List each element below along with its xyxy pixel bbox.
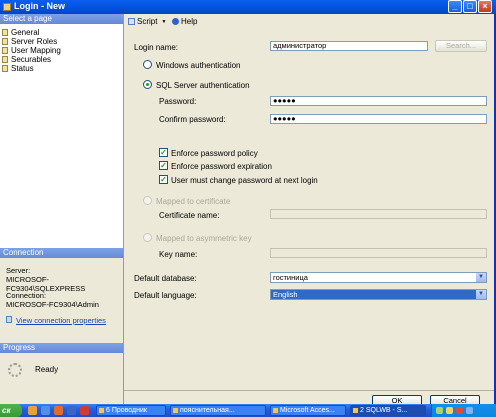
page-icon <box>2 65 8 72</box>
mapped-certificate-label: Mapped to certificate <box>156 197 231 206</box>
enforce-expiration-checkbox[interactable]: ✓ <box>159 161 168 170</box>
document-icon <box>173 408 178 413</box>
windows-auth-radio[interactable] <box>143 60 152 69</box>
confirm-password-label: Confirm password: <box>159 115 226 124</box>
page-list: General Server Roles User Mapping Secura… <box>2 28 121 73</box>
close-button[interactable]: × <box>478 0 492 13</box>
help-icon <box>172 18 179 25</box>
default-language-select[interactable]: English ▼ <box>270 289 487 300</box>
page-icon <box>2 47 8 54</box>
script-button[interactable]: Script ▼ <box>128 17 166 26</box>
sql-auth-label: SQL Server authentication <box>156 81 250 90</box>
tray-icon-1[interactable] <box>436 407 443 414</box>
password-label: Password: <box>159 97 197 106</box>
quicklaunch-icon-1[interactable] <box>28 406 37 415</box>
taskbar-item-sqlwb[interactable]: 2 SQLWB - S... <box>350 405 426 416</box>
page-item-securables[interactable]: Securables <box>2 55 121 64</box>
key-name-label: Key name: <box>159 250 198 259</box>
page-icon <box>2 29 8 36</box>
tray-icon-2[interactable] <box>446 407 453 414</box>
progress-spinner-icon <box>8 363 22 377</box>
taskbar-item-word[interactable]: пояснительная... <box>170 405 266 416</box>
search-button[interactable]: Search... <box>435 40 487 52</box>
default-language-label: Default language: <box>134 291 197 300</box>
page-item-general[interactable]: General <box>2 28 121 37</box>
quicklaunch-icon-2[interactable] <box>41 406 50 415</box>
view-connection-properties-link[interactable]: View connection properties <box>16 316 106 325</box>
default-database-label: Default database: <box>134 274 197 283</box>
sqlwb-icon <box>353 408 358 413</box>
progress-panel: Progress Ready <box>0 343 123 404</box>
mapped-certificate-radio[interactable] <box>143 196 152 205</box>
page-item-user-mapping[interactable]: User Mapping <box>2 46 121 55</box>
enforce-expiration-label: Enforce password expiration <box>171 162 272 171</box>
footer-divider <box>124 390 494 391</box>
login-name-label: Login name: <box>134 43 179 52</box>
connection-panel: Connection Server: MICROSOF-FC9304\SQLEX… <box>0 248 123 343</box>
taskbar-item-access[interactable]: Microsoft Acces... <box>270 405 346 416</box>
toolbar: Script ▼ Help <box>124 14 494 29</box>
must-change-checkbox[interactable]: ✓ <box>159 175 168 184</box>
connection-label: Connection: <box>6 291 47 300</box>
windows-auth-label: Windows authentication <box>156 61 241 70</box>
maximize-button[interactable]: □ <box>463 0 477 13</box>
certificate-name-label: Certificate name: <box>159 211 220 220</box>
tray-icon-4[interactable] <box>466 407 473 414</box>
properties-icon <box>6 316 12 323</box>
left-panel: Select a page General Server Roles User … <box>0 14 124 404</box>
progress-header: Progress <box>0 343 123 353</box>
progress-status: Ready <box>35 365 59 374</box>
server-label: Server: <box>6 266 31 275</box>
system-tray <box>431 404 496 417</box>
enforce-policy-checkbox[interactable]: ✓ <box>159 148 168 157</box>
key-name-select[interactable] <box>270 248 487 258</box>
connection-header: Connection <box>0 248 123 258</box>
login-dialog: Login - New _ □ × Select a page General … <box>0 0 496 407</box>
login-name-input[interactable]: администратор <box>270 41 428 51</box>
taskbar: ск 6 Проводник пояснительная... Microsof… <box>0 404 496 417</box>
tray-icon-3[interactable] <box>456 407 463 414</box>
minimize-button[interactable]: _ <box>448 0 462 13</box>
sql-auth-radio[interactable] <box>143 80 152 89</box>
password-input[interactable]: ●●●●● <box>270 96 487 106</box>
page-item-server-roles[interactable]: Server Roles <box>2 37 121 46</box>
dropdown-arrow-icon[interactable]: ▼ <box>476 290 486 299</box>
access-icon <box>273 408 278 413</box>
page-icon <box>2 56 8 63</box>
default-database-select[interactable]: гостиница ▼ <box>270 272 487 283</box>
quicklaunch-icon-3[interactable] <box>54 406 63 415</box>
enforce-policy-label: Enforce password policy <box>171 149 258 158</box>
start-button[interactable]: ск <box>0 404 22 417</box>
confirm-password-input[interactable]: ●●●●● <box>270 114 487 124</box>
folder-icon <box>99 408 104 413</box>
dropdown-arrow-icon[interactable]: ▼ <box>476 273 486 282</box>
page-icon <box>2 38 8 45</box>
taskbar-item-explorer[interactable]: 6 Проводник <box>96 405 166 416</box>
window-title: Login - New <box>14 1 65 11</box>
mapped-asymmetric-key-label: Mapped to asymmetric key <box>156 234 252 243</box>
chevron-down-icon: ▼ <box>161 18 167 25</box>
connection-value: MICROSOF-FC9304\Admin <box>6 300 99 309</box>
must-change-label: User must change password at next login <box>171 176 318 185</box>
page-item-status[interactable]: Status <box>2 64 121 73</box>
quicklaunch-icon-4[interactable] <box>67 406 76 415</box>
certificate-name-select[interactable] <box>270 209 487 219</box>
title-bar[interactable]: Login - New _ □ × <box>0 0 496 14</box>
help-button[interactable]: Help <box>172 17 197 26</box>
mapped-asymmetric-key-radio[interactable] <box>143 233 152 242</box>
quicklaunch-icon-5[interactable] <box>80 406 89 415</box>
script-icon <box>128 18 135 25</box>
select-page-header: Select a page <box>0 14 123 24</box>
app-icon <box>3 3 11 11</box>
main-panel: Script ▼ Help Login name: администратор … <box>124 14 494 407</box>
